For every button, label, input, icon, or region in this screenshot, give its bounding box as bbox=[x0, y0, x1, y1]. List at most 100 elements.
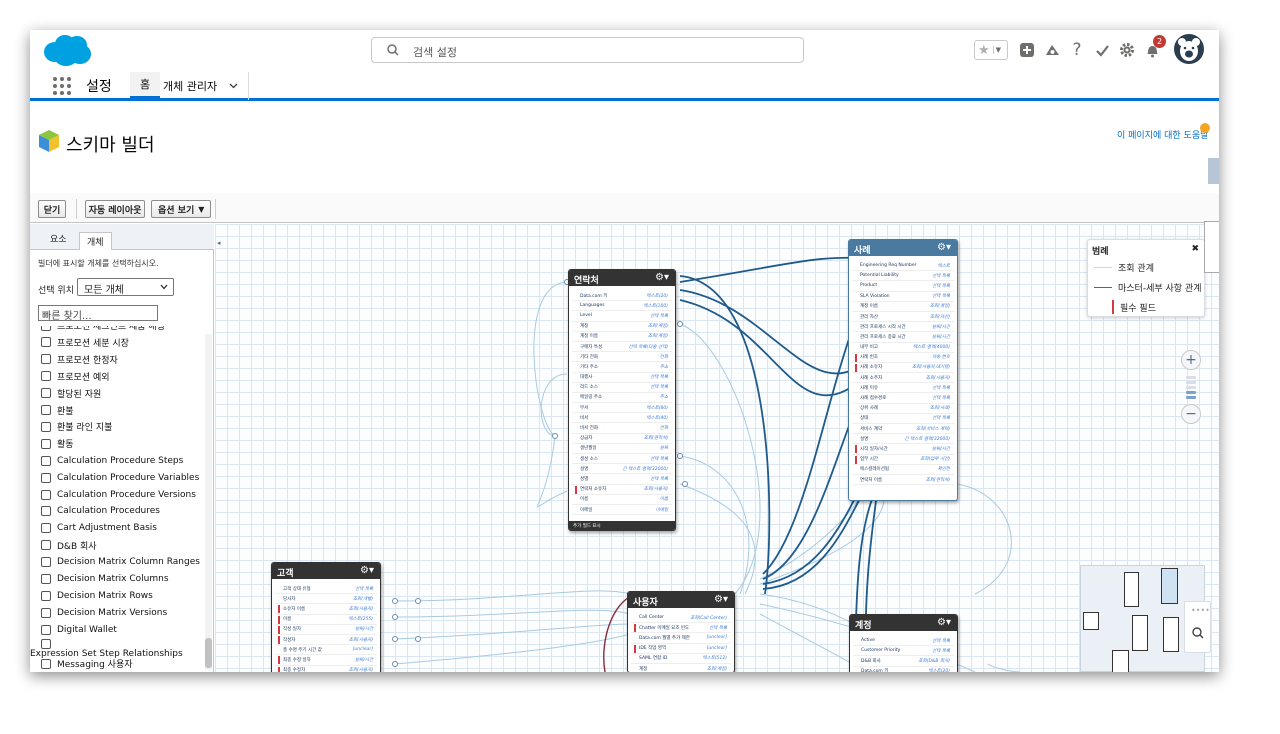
search-icon[interactable] bbox=[1191, 626, 1205, 640]
field-row[interactable]: 계정 이름 조회(계정) bbox=[572, 332, 672, 342]
user-avatar[interactable] bbox=[1174, 34, 1204, 64]
field-row[interactable]: 작성 일자 날짜/시간 bbox=[275, 625, 377, 635]
field-row[interactable]: Chatter 이메일 요조 빈도 선택 목록 bbox=[631, 623, 731, 634]
object-list-item[interactable]: 환불 라인 지불 bbox=[41, 419, 112, 434]
object-list-item[interactable]: 환불 bbox=[41, 403, 74, 418]
field-row[interactable]: Active 선택 목록 bbox=[853, 636, 954, 647]
object-checkbox[interactable] bbox=[41, 438, 51, 449]
gear-icon[interactable]: ⚙▾ bbox=[714, 594, 728, 605]
field-row[interactable]: 소유자 이름 조회(사용자) bbox=[275, 604, 377, 615]
object-list-item[interactable]: 프로모션 한정자 bbox=[41, 352, 118, 367]
tab-elements[interactable]: 요소 bbox=[43, 230, 74, 247]
setup-assistant-icon[interactable] bbox=[1092, 40, 1112, 60]
help-link[interactable]: 이 페이지에 대한 도움말 bbox=[1117, 128, 1208, 141]
object-list-item[interactable]: Digital Wallet bbox=[41, 622, 117, 637]
side-handle[interactable] bbox=[1208, 158, 1219, 184]
zoom-in-button[interactable]: + bbox=[1181, 350, 1201, 370]
object-checkbox[interactable] bbox=[41, 371, 51, 382]
field-row[interactable]: 총 수명 주기 시간 값 [unclear] bbox=[275, 645, 377, 656]
minimap-drag-handle[interactable]: •••• bbox=[1191, 606, 1210, 615]
help-icon[interactable]: ? bbox=[1067, 40, 1087, 60]
object-checkbox[interactable] bbox=[41, 337, 51, 348]
gear-icon[interactable]: ⚙▾ bbox=[360, 565, 374, 576]
chevron-down-icon[interactable] bbox=[229, 81, 238, 90]
field-row[interactable]: Product 선택 목록 bbox=[852, 281, 954, 292]
field-row[interactable]: 연락처 소유자 조회(사용자) bbox=[572, 485, 672, 495]
field-row[interactable]: Engineering Req Number 텍스트 bbox=[852, 261, 954, 272]
object-list-item[interactable]: Messaging 사용자 bbox=[41, 656, 133, 671]
field-row[interactable]: 업무 시간 조회(업무 시간) bbox=[852, 455, 954, 465]
field-row[interactable]: 시작 일자/시간 날짜/시간 bbox=[852, 444, 954, 455]
field-row[interactable]: 에스컬레이션됨 확인란 bbox=[852, 465, 954, 475]
object-checkbox[interactable] bbox=[41, 639, 51, 650]
side-tools-tab[interactable] bbox=[1204, 221, 1219, 273]
object-box-user[interactable]: 사용자 ⚙▾ Call Center 조회(Call Center) Chatter … bbox=[627, 591, 735, 672]
field-row[interactable]: 이름 이름 bbox=[572, 495, 672, 505]
field-row[interactable]: 생년월일 날짜 bbox=[572, 444, 672, 454]
object-list-item[interactable]: 프로모션 세분 시장 bbox=[41, 335, 129, 350]
object-list-item[interactable]: Calculation Procedure Steps bbox=[41, 453, 183, 468]
field-row[interactable]: 대행사 선택 목록 bbox=[572, 373, 672, 383]
field-row[interactable]: 고객 상태 유형 선택 목록 bbox=[275, 584, 377, 595]
object-box-customer[interactable]: 고객 ⚙▾ 고객 상태 유형 선택 목록 당사자 조회(개별) 소유자 이름 조회(사용자)… bbox=[271, 562, 381, 672]
field-row[interactable]: 메일링 주소 주소 bbox=[572, 393, 672, 404]
field-row[interactable]: Data.com 키 텍스트(20) bbox=[853, 667, 954, 672]
field-row[interactable]: 내부 비고 텍스트 영역(4000) bbox=[852, 343, 954, 353]
field-row[interactable]: 비서 텍스트(40) bbox=[572, 413, 672, 424]
field-row[interactable]: Data.com 월별 추가 제한 [unclear] bbox=[631, 633, 731, 644]
object-checkbox[interactable] bbox=[41, 455, 51, 466]
object-list-item[interactable]: Decision Matrix Columns bbox=[41, 572, 169, 587]
object-header[interactable]: 계정 ⚙▾ bbox=[850, 615, 957, 631]
object-list-item[interactable]: Decision Matrix Column Ranges bbox=[41, 555, 200, 570]
global-actions-button[interactable] bbox=[1017, 40, 1037, 60]
field-row[interactable]: 사례 이유 선택 목록 bbox=[852, 383, 954, 394]
trailhead-button[interactable] bbox=[1042, 40, 1062, 60]
field-row[interactable]: 사례 소유자 조회(사용자,대기열) bbox=[852, 363, 954, 374]
field-row[interactable]: 기타 전화 전화 bbox=[572, 352, 672, 363]
field-row[interactable]: 관리 프로세스 종료 시간 날짜/시간 bbox=[852, 332, 954, 343]
gear-icon[interactable]: ⚙▾ bbox=[655, 272, 669, 283]
field-row[interactable]: 이메일 이메일 bbox=[572, 505, 672, 516]
field-row[interactable]: Customer Priority 선택 목록 bbox=[853, 646, 954, 657]
object-list-item[interactable]: Calculation Procedures bbox=[41, 504, 160, 519]
field-row[interactable]: Languages 텍스트(100) bbox=[572, 301, 672, 312]
object-header[interactable]: 연락처 ⚙▾ bbox=[569, 270, 675, 286]
panel-scrollbar-thumb[interactable] bbox=[205, 638, 212, 668]
field-row[interactable]: 연락처 이름 조회(연락처) bbox=[852, 475, 954, 486]
field-row[interactable]: Call Center 조회(Call Center) bbox=[631, 613, 731, 624]
field-row[interactable]: 관리 프로세스 시작 시간 날짜/시간 bbox=[852, 322, 954, 333]
object-box-contact[interactable]: 연락처 ⚙▾ Data.com 키 텍스트(20) Languages 텍스트(100)… bbox=[568, 269, 676, 531]
field-row[interactable]: 상태 선택 목록 bbox=[852, 414, 954, 424]
object-checkbox[interactable] bbox=[41, 540, 51, 551]
field-row[interactable]: SAML 연합 ID 텍스트(512) bbox=[631, 654, 731, 664]
object-checkbox[interactable] bbox=[41, 590, 51, 601]
field-row[interactable]: Data.com 키 텍스트(20) bbox=[572, 291, 672, 302]
object-checkbox[interactable] bbox=[41, 523, 51, 534]
field-row[interactable]: IDE 작업 영역 [unclear] bbox=[631, 644, 731, 654]
object-checkbox[interactable] bbox=[41, 326, 51, 331]
field-row[interactable]: 비서 전화 전화 bbox=[572, 423, 672, 434]
app-launcher-icon[interactable] bbox=[53, 77, 71, 95]
object-checkbox[interactable] bbox=[41, 624, 51, 635]
field-row[interactable]: 이름 텍스트(255) bbox=[275, 615, 377, 625]
view-options-button[interactable]: 옵션 보기 ▼ bbox=[151, 200, 211, 218]
field-row[interactable]: 부서 텍스트(80) bbox=[572, 403, 672, 414]
object-list-item[interactable]: Cart Adjustment Basis bbox=[41, 521, 157, 536]
object-checkbox[interactable] bbox=[41, 557, 51, 568]
field-row[interactable]: 상급자 조회(연락처) bbox=[572, 434, 672, 444]
field-row[interactable]: 최종 수정자 조회(사용자) bbox=[275, 666, 377, 672]
object-list-item[interactable]: Decision Matrix Rows bbox=[41, 588, 153, 603]
object-header[interactable]: 사용자 ⚙▾ bbox=[628, 592, 734, 608]
help-circle-icon[interactable] bbox=[1200, 123, 1210, 133]
field-row[interactable]: 성별 선택 목록 bbox=[572, 474, 672, 485]
field-row[interactable]: 리드 소스 선택 목록 bbox=[572, 383, 672, 393]
field-row[interactable]: 서비스 계약 조회(서비스 계약) bbox=[852, 424, 954, 435]
zoom-level-current[interactable] bbox=[1186, 391, 1196, 394]
object-checkbox[interactable] bbox=[41, 472, 51, 483]
object-checkbox[interactable] bbox=[41, 607, 51, 618]
field-row[interactable]: 설명 긴 텍스트 영역(32000) bbox=[572, 464, 672, 475]
field-row[interactable]: 당사자 조회(개별) bbox=[275, 594, 377, 605]
object-list-item[interactable]: 활동 bbox=[41, 436, 74, 451]
tab-objects[interactable]: 개체 bbox=[79, 232, 112, 250]
gear-icon[interactable]: ⚙▾ bbox=[937, 242, 951, 253]
